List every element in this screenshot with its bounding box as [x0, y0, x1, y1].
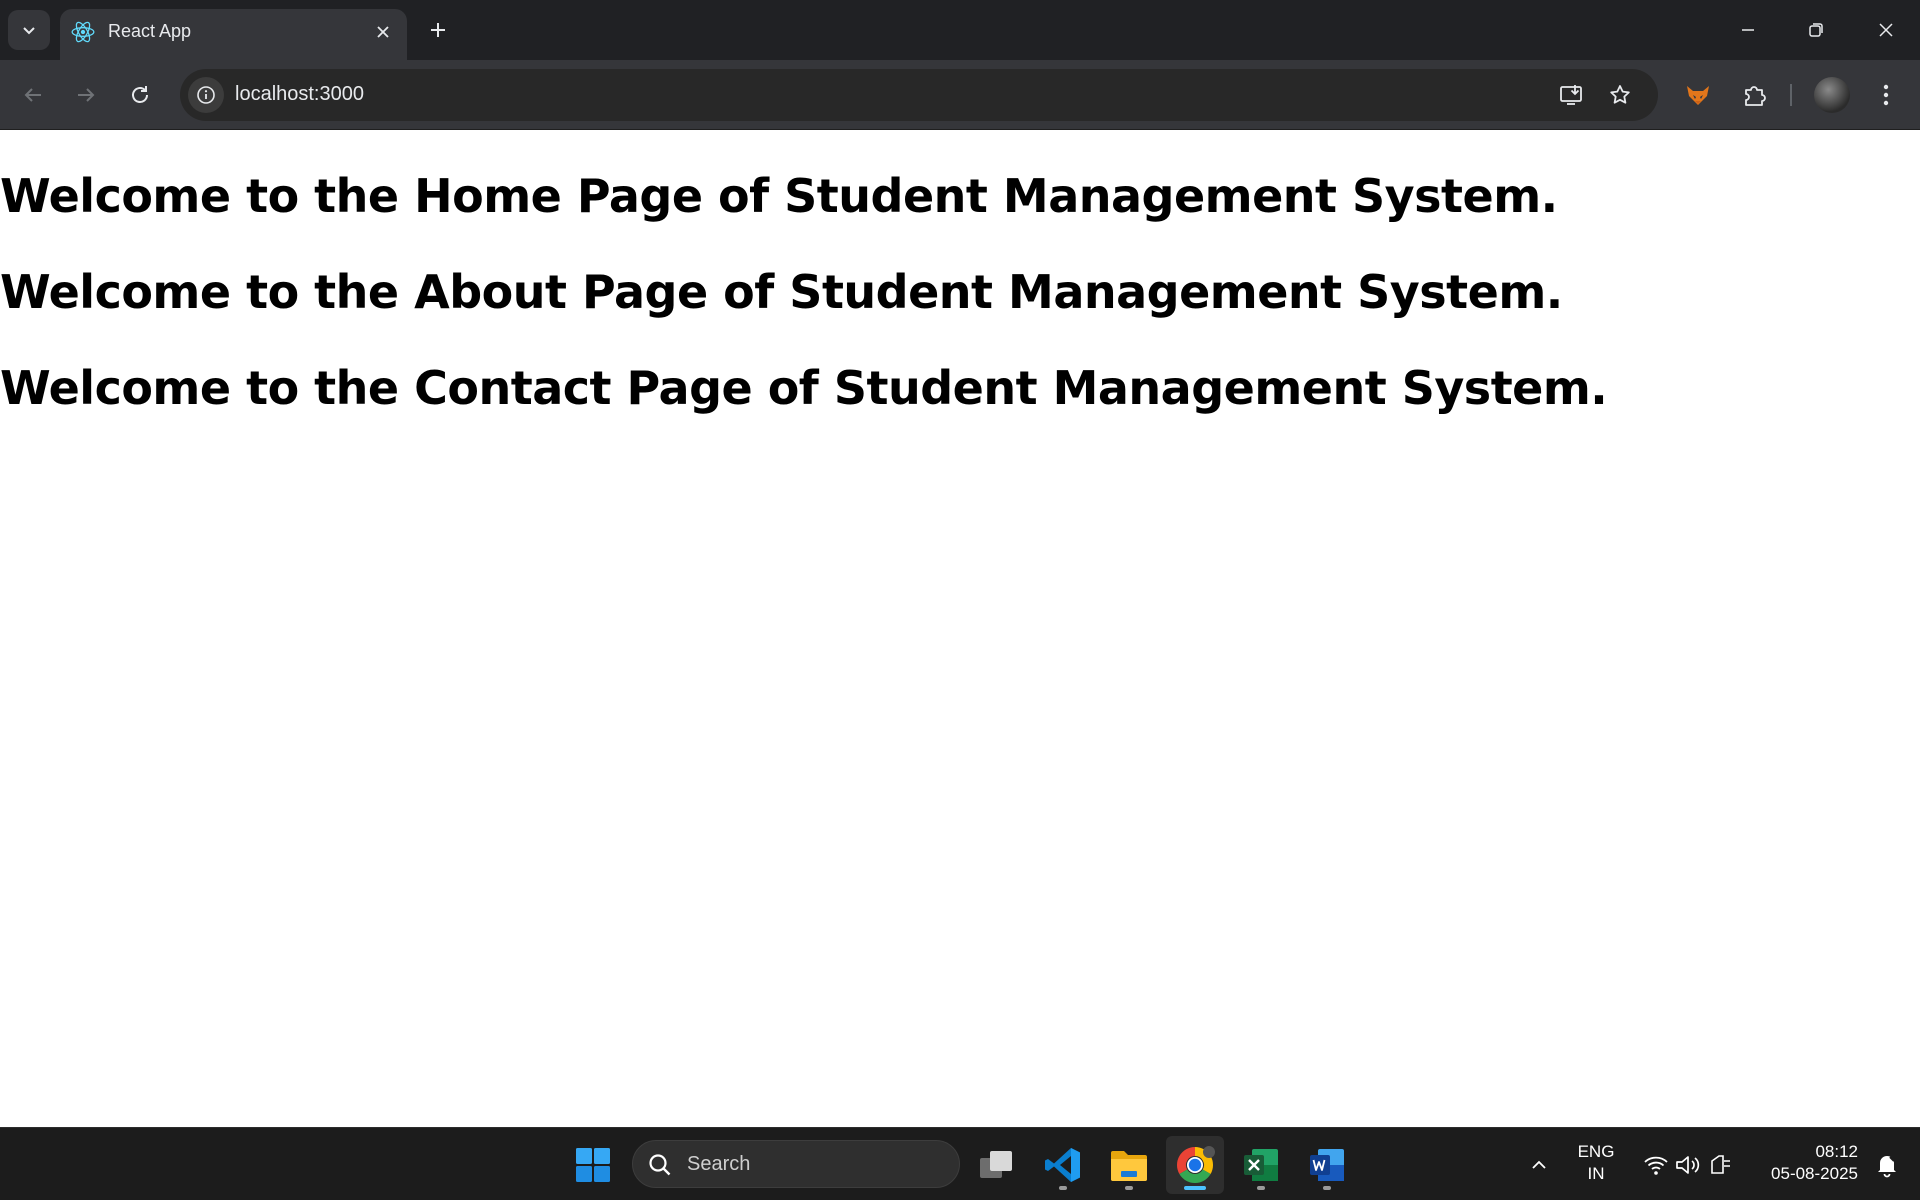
bookmark-button[interactable] — [1604, 79, 1636, 111]
battery-plug-icon — [1711, 1155, 1730, 1174]
react-icon — [71, 21, 95, 43]
browser-menu-button[interactable] — [1866, 75, 1906, 115]
new-tab-button[interactable] — [420, 12, 456, 48]
restore-icon — [1809, 23, 1823, 37]
volume-icon — [1676, 1156, 1700, 1174]
excel-icon — [1244, 1149, 1278, 1181]
address-bar[interactable]: localhost:3000 — [180, 69, 1658, 121]
restore-button[interactable] — [1782, 0, 1850, 60]
tab-search-button[interactable] — [8, 10, 50, 50]
clock[interactable]: 08:12 05-08-2025 — [1752, 1141, 1858, 1185]
word-icon — [1310, 1149, 1344, 1181]
vscode-app[interactable] — [1034, 1136, 1092, 1194]
toolbar-divider — [1790, 84, 1792, 106]
notifications-button[interactable] — [1862, 1136, 1912, 1194]
profile-avatar[interactable] — [1814, 77, 1850, 113]
browser-toolbar: localhost:3000 — [0, 60, 1920, 130]
running-indicator — [1059, 1186, 1067, 1190]
taskbar-search[interactable]: Search — [632, 1140, 960, 1188]
browser-tab[interactable]: React App — [60, 9, 407, 60]
active-indicator — [1184, 1186, 1206, 1190]
show-hidden-icons-button[interactable] — [1512, 1136, 1566, 1194]
running-indicator — [1323, 1186, 1331, 1190]
install-app-button[interactable] — [1555, 79, 1587, 111]
folder-icon — [1111, 1151, 1147, 1181]
info-icon — [197, 86, 215, 104]
language-region: IN — [1587, 1164, 1605, 1183]
running-indicator — [1125, 1186, 1133, 1190]
reload-button[interactable] — [120, 75, 160, 115]
taskbar: Search ENG IN 08:12 05-08-2025 — [0, 1127, 1920, 1200]
back-button[interactable] — [13, 75, 53, 115]
chrome-app[interactable] — [1166, 1136, 1224, 1194]
about-heading: Welcome to the About Page of Student Man… — [0, 265, 1563, 319]
close-icon — [377, 26, 389, 38]
search-placeholder: Search — [687, 1153, 751, 1175]
chevron-up-icon — [1532, 1160, 1546, 1169]
home-heading: Welcome to the Home Page of Student Mana… — [0, 169, 1558, 223]
language-code: ENG — [1577, 1142, 1615, 1161]
minimize-button[interactable] — [1714, 0, 1782, 60]
plus-icon — [431, 23, 445, 37]
fox-extension-button[interactable] — [1678, 75, 1718, 115]
forward-button[interactable] — [66, 75, 106, 115]
install-app-icon — [1560, 85, 1582, 105]
star-icon — [1610, 85, 1630, 104]
page-content: Welcome to the Home Page of Student Mana… — [0, 131, 1920, 1127]
chrome-icon — [1176, 1146, 1215, 1184]
tab-strip: React App — [0, 0, 1920, 60]
puzzle-icon — [1745, 86, 1766, 106]
bell-icon — [1878, 1156, 1896, 1178]
language-indicator[interactable]: ENG IN — [1568, 1141, 1624, 1185]
close-icon — [1879, 23, 1893, 37]
tab-title: React App — [108, 21, 192, 41]
running-indicator — [1257, 1186, 1265, 1190]
clock-date: 05-08-2025 — [1771, 1164, 1858, 1183]
kebab-menu-icon — [1883, 84, 1889, 106]
task-view-icon — [980, 1151, 1012, 1178]
word-app[interactable] — [1298, 1136, 1356, 1194]
vscode-icon — [1045, 1148, 1080, 1182]
file-explorer-app[interactable] — [1100, 1136, 1158, 1194]
excel-app[interactable] — [1232, 1136, 1290, 1194]
tab-close-button[interactable] — [369, 18, 397, 46]
minimize-icon — [1742, 29, 1754, 31]
fox-extension-icon — [1687, 86, 1709, 105]
site-info-button[interactable] — [188, 77, 224, 113]
quick-settings-button[interactable] — [1632, 1136, 1744, 1194]
close-window-button[interactable] — [1852, 0, 1920, 60]
reload-icon — [132, 86, 148, 103]
chevron-down-icon — [23, 27, 35, 35]
extensions-button[interactable] — [1734, 75, 1774, 115]
back-arrow-icon — [24, 88, 41, 102]
contact-heading: Welcome to the Contact Page of Student M… — [0, 361, 1608, 415]
forward-arrow-icon — [78, 88, 95, 102]
address-url[interactable]: localhost:3000 — [235, 83, 364, 106]
windows-logo-icon — [576, 1148, 610, 1182]
search-icon — [649, 1154, 671, 1176]
clock-time: 08:12 — [1815, 1142, 1858, 1161]
wifi-icon — [1644, 1156, 1668, 1175]
task-view-button[interactable] — [968, 1136, 1026, 1194]
start-button[interactable] — [564, 1136, 622, 1194]
